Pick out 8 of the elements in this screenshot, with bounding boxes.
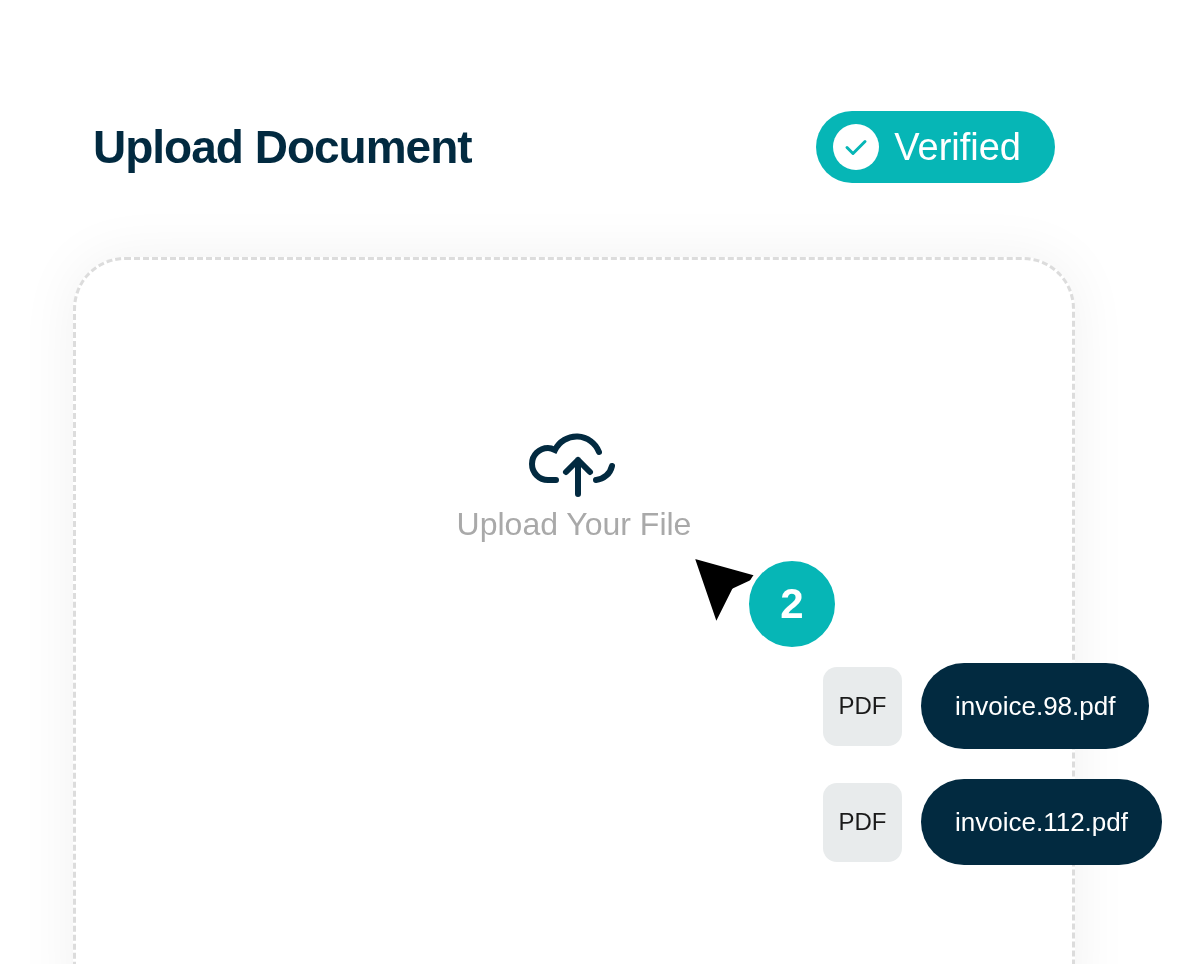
page-title: Upload Document: [93, 120, 472, 174]
file-name-chip[interactable]: invoice.98.pdf: [921, 663, 1150, 749]
file-type-tag: PDF: [823, 782, 902, 862]
file-type-tag: PDF: [823, 666, 902, 746]
badge-label: Verified: [894, 125, 1021, 169]
file-name-chip[interactable]: invoice.112.pdf: [921, 779, 1162, 865]
dropzone-label: Upload Your File: [456, 506, 692, 543]
check-icon: [832, 123, 881, 171]
